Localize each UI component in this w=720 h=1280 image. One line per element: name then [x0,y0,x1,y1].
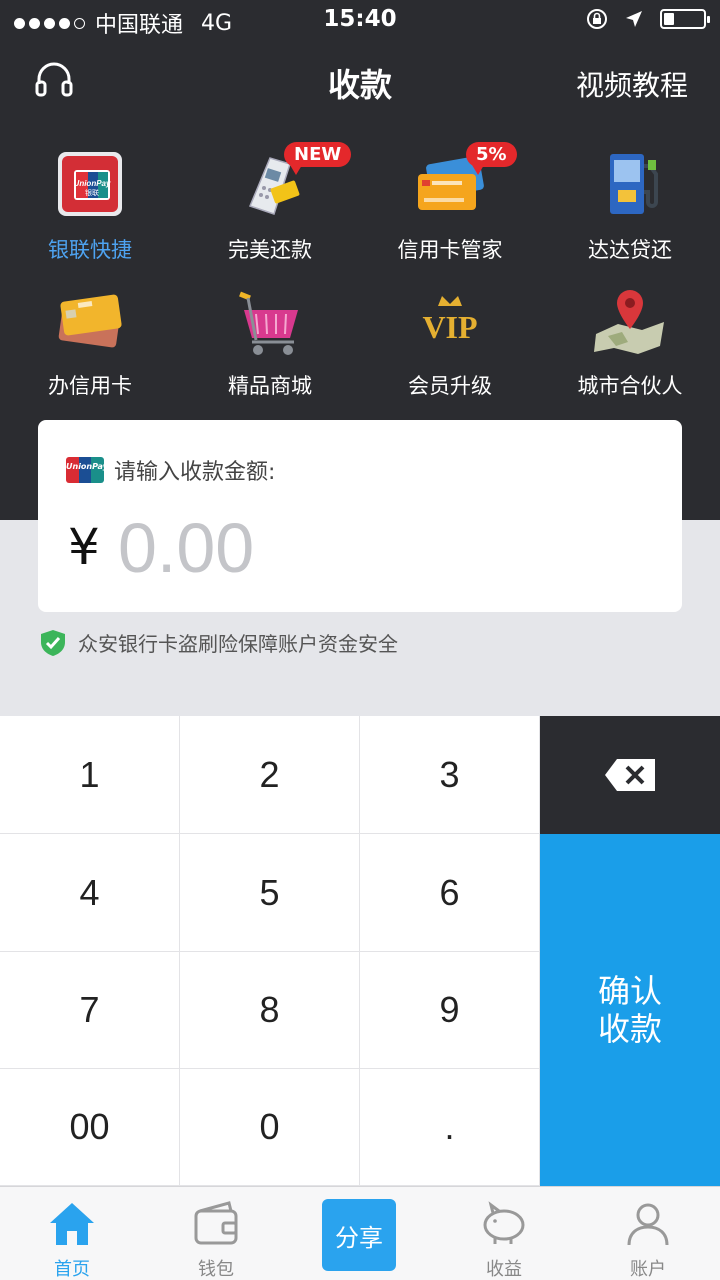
confirm-line-1: 确认 [597,972,662,1010]
location-arrow-icon [626,11,642,27]
battery-icon [660,9,710,29]
grid-item-member-upgrade[interactable]: VIP 会员升级 [360,276,540,412]
tab-home[interactable]: 首页 [0,1187,144,1280]
tab-label: 账户 [630,1259,666,1280]
grid-label: 办信用卡 [48,374,132,398]
security-notice: 众安银行卡盗刷险保障账户资金安全 [40,628,398,657]
shopping-basket-icon [239,291,298,355]
grid-item-city-partner[interactable]: 城市合伙人 [540,276,720,412]
user-icon [627,1203,669,1246]
security-notice-text: 众安银行卡盗刷险保障账户资金安全 [78,632,398,656]
confirm-receive-button[interactable]: 确认 收款 [540,834,720,1186]
key-1[interactable]: 1 [0,716,180,834]
key-7[interactable]: 7 [0,952,180,1069]
grid-item-credit-card-manager[interactable]: 5% 信用卡管家 [360,140,540,276]
atm-fuel-icon [610,154,658,214]
grid-item-perfect-repay[interactable]: NEW 完美还款 [180,140,360,276]
rotation-lock-icon [587,9,607,29]
tab-label: 收益 [486,1259,522,1280]
share-button[interactable]: 分享 [322,1199,396,1271]
key-4[interactable]: 4 [0,834,180,952]
key-decimal[interactable]: . [360,1069,540,1186]
amount-input[interactable]: 0.00 [118,508,254,588]
tab-account[interactable]: 账户 [576,1187,720,1280]
key-2[interactable]: 2 [180,716,360,834]
tab-label: 钱包 [198,1259,234,1280]
tab-income[interactable]: 收益 [432,1187,576,1280]
grid-label: 信用卡管家 [397,238,503,262]
grid-label: 城市合伙人 [577,374,683,398]
grid-label: 精品商城 [228,374,312,398]
app-header: 收款 视频教程 [0,48,720,112]
new-badge: NEW [284,142,352,175]
grid-item-premium-mall[interactable]: 精品商城 [180,276,360,412]
piggy-bank-icon [483,1201,525,1244]
bottom-tab-bar: 首页 钱包 分享 收益 账户 [0,1186,720,1280]
grid-item-apply-card[interactable]: 办信用卡 [0,276,180,412]
tab-wallet[interactable]: 钱包 [144,1187,288,1280]
status-right [586,8,710,30]
key-00[interactable]: 00 [0,1069,180,1186]
unionpay-logo: UnionPay [66,457,104,483]
wallet-icon [194,1201,238,1245]
amount-prompt-text: 请输入收款金额: [114,460,276,485]
grid-label: 完美还款 [228,238,312,262]
key-0[interactable]: 0 [180,1069,360,1186]
svg-text:VIP: VIP [422,309,477,345]
grid-label: 会员升级 [408,374,492,398]
discount-badge: 5% [466,142,517,175]
apply-card-icon [58,294,122,348]
delete-key[interactable] [540,716,720,834]
unionpay-card-icon: UnionPay 银联 [58,152,122,216]
status-bar: 中国联通 4G 15:40 [0,0,720,40]
svg-text:UnionPay: UnionPay [74,179,111,188]
grid-item-unionpay-quick[interactable]: UnionPay 银联 银联快捷 [0,140,180,276]
key-3[interactable]: 3 [360,716,540,834]
grid-label: 达达贷还 [588,238,672,262]
feature-grid: UnionPay 银联 银联快捷 NEW 完美还款 5% 信用卡管家 达达贷还 … [0,140,720,412]
tab-label: 首页 [54,1259,90,1280]
grid-label: 银联快捷 [48,238,132,262]
grid-item-dada-loan[interactable]: 达达贷还 [540,140,720,276]
vip-crown-icon: VIP [422,296,478,345]
key-8[interactable]: 8 [180,952,360,1069]
video-tutorial-link[interactable]: 视频教程 [576,64,688,104]
svg-text:银联: 银联 [85,188,99,197]
map-pin-icon [594,290,664,354]
key-6[interactable]: 6 [360,834,540,952]
amount-prompt: UnionPay 请输入收款金额: [66,454,275,486]
currency-symbol: ¥ [68,518,100,576]
backspace-icon [605,759,655,791]
confirm-line-2: 收款 [597,1010,662,1048]
amount-card: UnionPay 请输入收款金额: ¥ 0.00 [38,420,682,612]
numeric-keypad: 1 2 3 4 5 6 7 8 9 00 0 . 确认 收款 [0,716,720,1186]
shield-check-icon [41,629,65,656]
key-9[interactable]: 9 [360,952,540,1069]
key-5[interactable]: 5 [180,834,360,952]
home-icon [50,1203,94,1245]
